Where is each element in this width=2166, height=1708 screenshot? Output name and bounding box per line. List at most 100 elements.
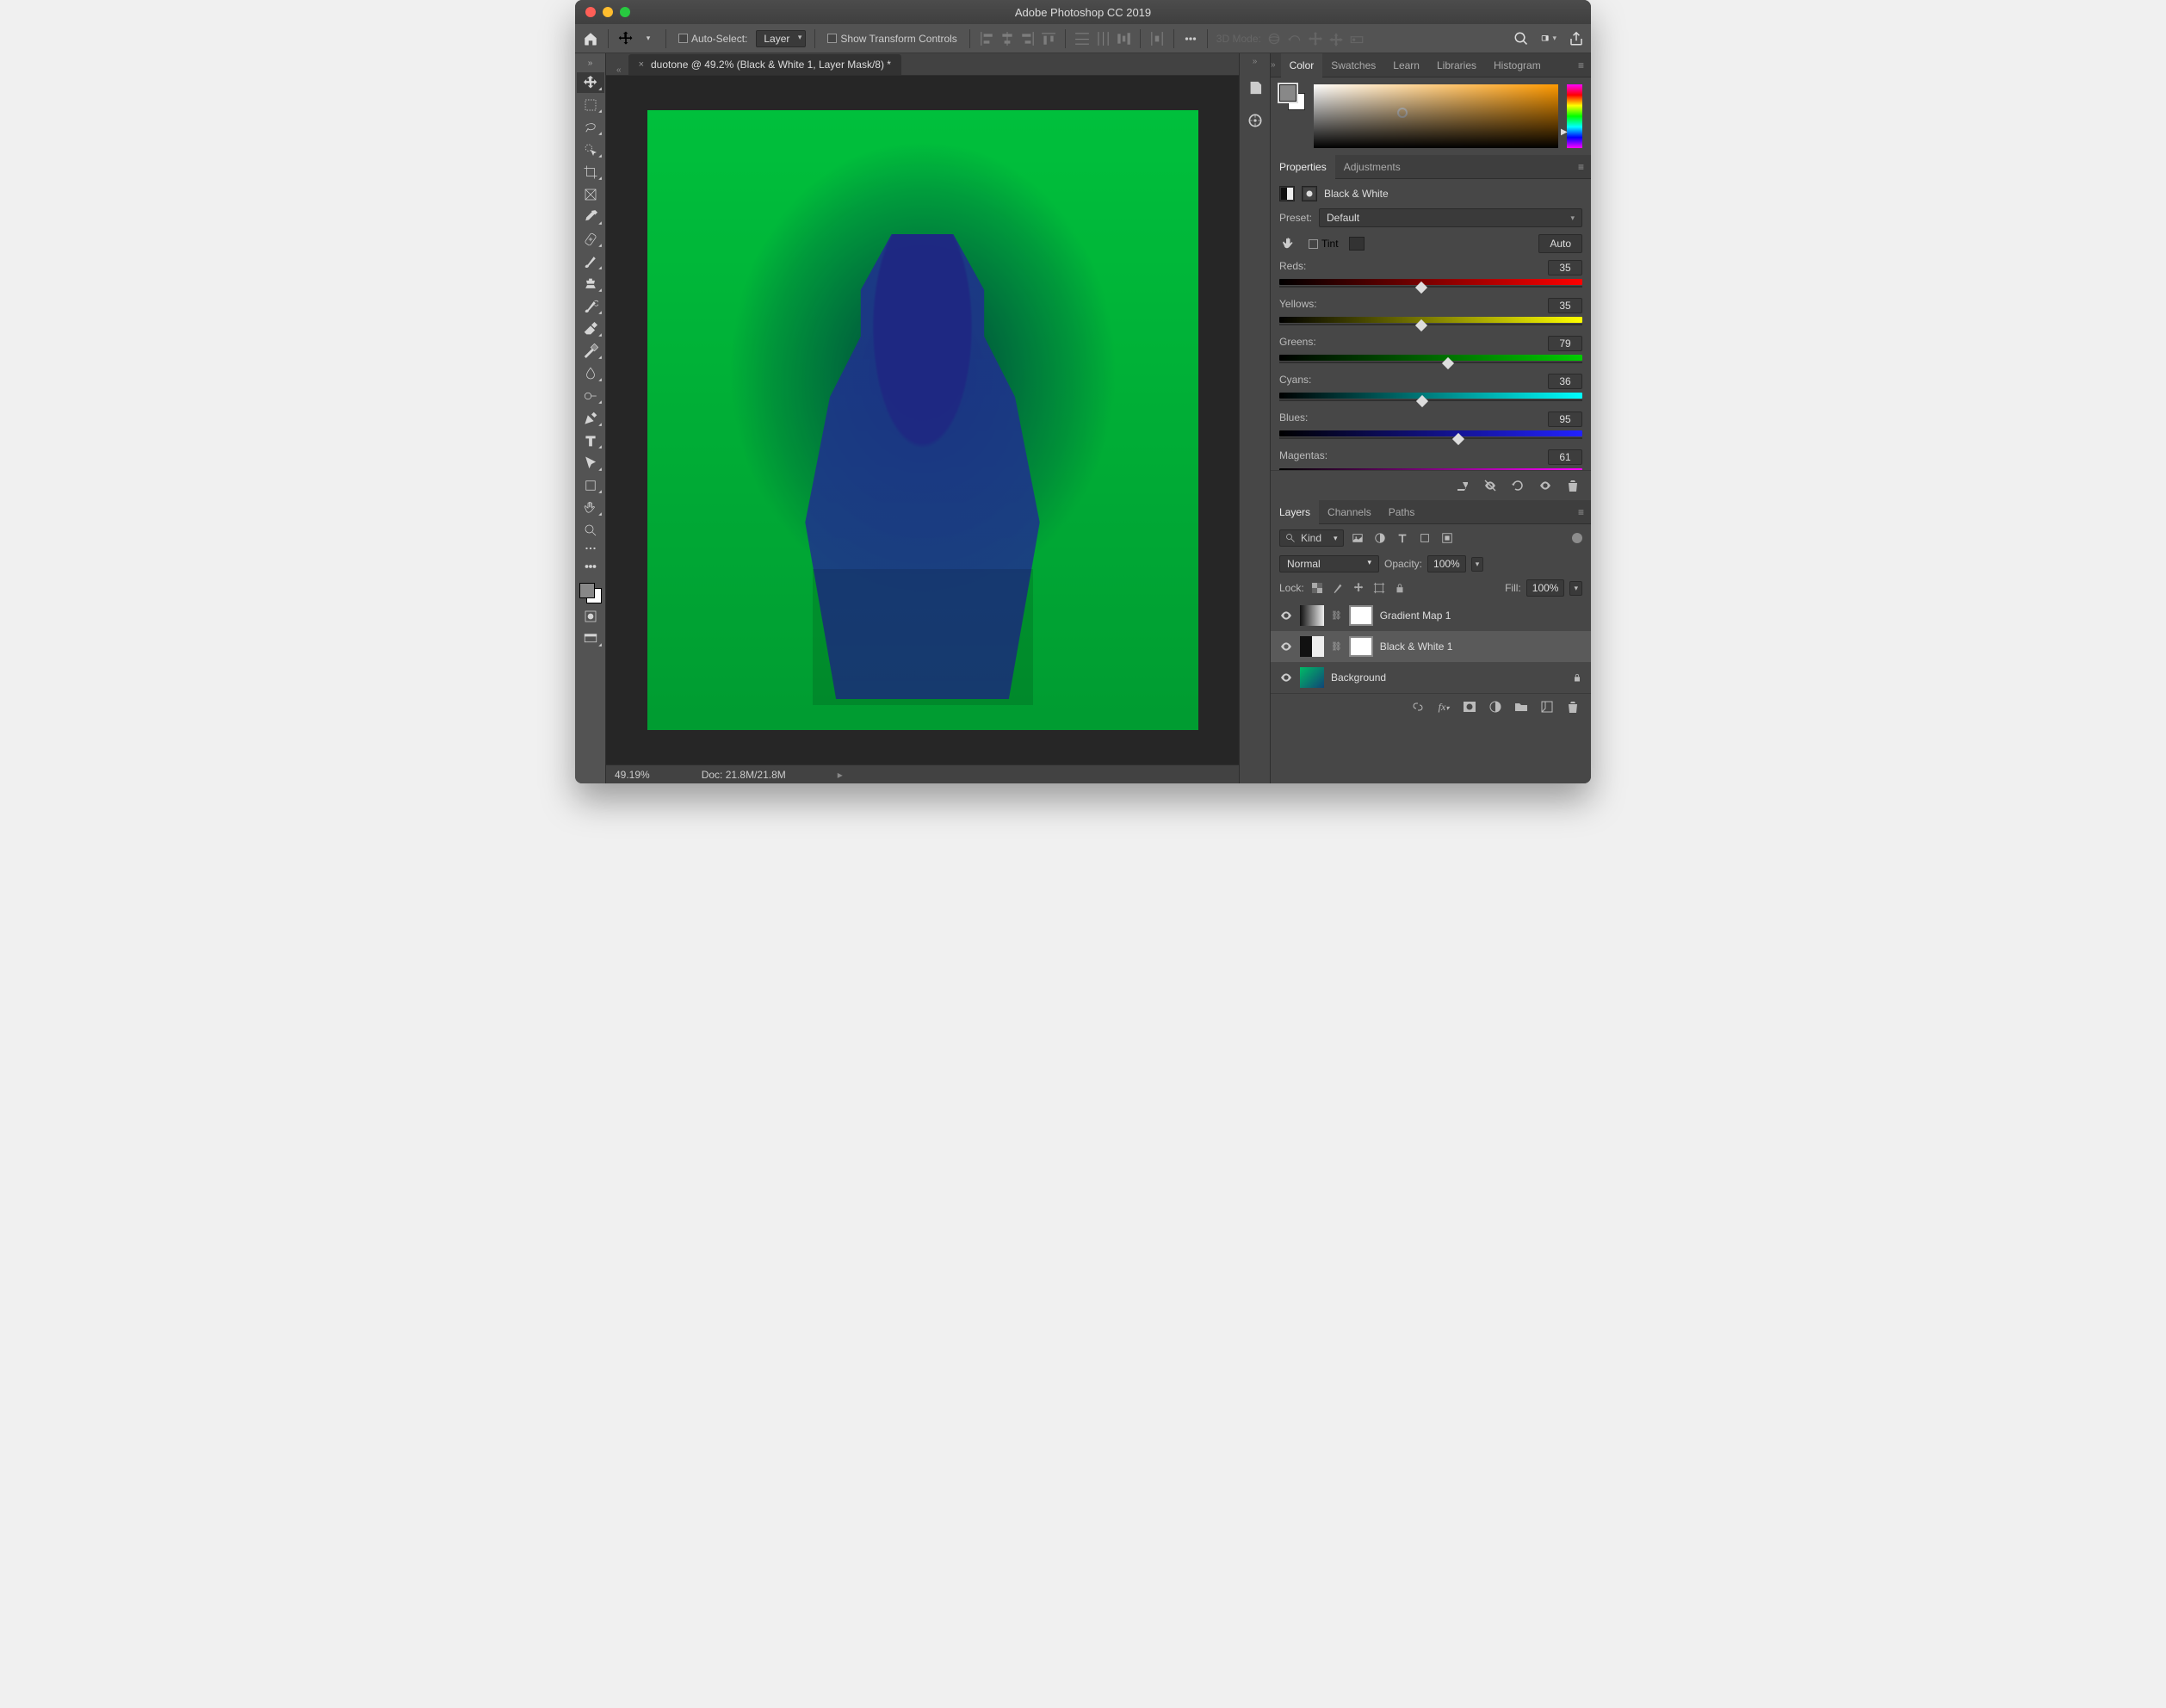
share-icon[interactable] bbox=[1569, 31, 1584, 46]
expand-toolbox-icon[interactable]: » bbox=[588, 57, 593, 71]
link-layers-icon[interactable] bbox=[1410, 699, 1426, 715]
auto-select-target[interactable]: Layer bbox=[756, 30, 806, 47]
targeted-adjust-icon[interactable] bbox=[1279, 234, 1298, 253]
move-tool-icon[interactable] bbox=[617, 30, 634, 47]
marquee-tool[interactable] bbox=[577, 95, 604, 115]
show-transform-checkbox[interactable]: Show Transform Controls bbox=[824, 33, 960, 45]
distribute-spacing-icon[interactable] bbox=[1149, 31, 1165, 46]
blur-tool[interactable] bbox=[577, 363, 604, 384]
eraser-tool[interactable] bbox=[577, 319, 604, 339]
collapse-color-icon[interactable]: » bbox=[1271, 60, 1281, 70]
screen-mode-icon[interactable] bbox=[577, 628, 604, 649]
status-chevron-icon[interactable]: ▸ bbox=[838, 769, 843, 781]
tool-preset-chevron-icon[interactable]: ▾ bbox=[640, 30, 657, 47]
color-cursor-icon[interactable] bbox=[1397, 108, 1408, 118]
opacity-value[interactable]: 100% bbox=[1427, 555, 1466, 572]
filter-toggle[interactable] bbox=[1572, 533, 1582, 543]
tab-libraries[interactable]: Libraries bbox=[1428, 53, 1485, 77]
quick-mask-icon[interactable] bbox=[577, 606, 604, 627]
align-left-edges-icon[interactable] bbox=[979, 31, 994, 46]
layer-filter-type[interactable]: Kind▾ bbox=[1279, 529, 1344, 547]
zoom-tool[interactable] bbox=[577, 520, 604, 541]
document-tab[interactable]: × duotone @ 49.2% (Black & White 1, Laye… bbox=[628, 54, 901, 75]
channel-value[interactable]: 35 bbox=[1548, 260, 1582, 275]
frame-tool[interactable] bbox=[577, 184, 604, 205]
add-mask-icon[interactable] bbox=[1462, 699, 1477, 715]
layer-row[interactable]: ⛓Gradient Map 1 bbox=[1271, 600, 1591, 631]
brush-tool[interactable] bbox=[577, 251, 604, 272]
tab-learn[interactable]: Learn bbox=[1384, 53, 1428, 77]
canvas[interactable] bbox=[606, 76, 1239, 764]
clone-stamp-tool[interactable] bbox=[577, 274, 604, 294]
filter-adjust-icon[interactable] bbox=[1371, 529, 1389, 547]
layers-panel-menu-icon[interactable]: ≡ bbox=[1571, 506, 1591, 518]
color-panel-menu-icon[interactable]: ≡ bbox=[1571, 59, 1591, 71]
hue-slider[interactable]: ▶ bbox=[1567, 84, 1582, 148]
channel-slider[interactable] bbox=[1279, 393, 1582, 401]
lock-artboard-icon[interactable] bbox=[1371, 580, 1387, 596]
delete-layer-icon[interactable] bbox=[1565, 699, 1581, 715]
crop-tool[interactable] bbox=[577, 162, 604, 183]
tab-channels[interactable]: Channels bbox=[1319, 500, 1380, 524]
distribute-top-icon[interactable] bbox=[1074, 31, 1090, 46]
preset-select[interactable]: Default▾ bbox=[1319, 208, 1582, 227]
tint-swatch[interactable] bbox=[1349, 237, 1365, 251]
channel-value[interactable]: 61 bbox=[1548, 449, 1582, 465]
filter-pixel-icon[interactable] bbox=[1349, 529, 1366, 547]
path-select-tool[interactable] bbox=[577, 453, 604, 473]
channel-slider[interactable] bbox=[1279, 430, 1582, 439]
filter-smart-icon[interactable] bbox=[1439, 529, 1456, 547]
channel-slider[interactable] bbox=[1279, 468, 1582, 470]
edit-toolbar[interactable] bbox=[577, 556, 604, 577]
auto-select-checkbox[interactable]: Auto-Select: bbox=[675, 33, 751, 45]
new-layer-icon[interactable] bbox=[1539, 699, 1555, 715]
layer-mask-thumb[interactable] bbox=[1349, 605, 1373, 626]
lock-pixels-icon[interactable] bbox=[1330, 580, 1346, 596]
auto-button[interactable]: Auto bbox=[1538, 234, 1582, 253]
channel-slider[interactable] bbox=[1279, 317, 1582, 325]
lock-transparency-icon[interactable] bbox=[1309, 580, 1325, 596]
healing-tool[interactable] bbox=[577, 229, 604, 250]
reset-icon[interactable] bbox=[1510, 478, 1525, 493]
layer-row[interactable]: ⛓Black & White 1 bbox=[1271, 631, 1591, 662]
history-brush-tool[interactable] bbox=[577, 296, 604, 317]
layer-name[interactable]: Background bbox=[1331, 671, 1386, 684]
lasso-tool[interactable] bbox=[577, 117, 604, 138]
color-field[interactable] bbox=[1314, 84, 1558, 148]
align-right-edges-icon[interactable] bbox=[1020, 31, 1036, 46]
layer-mask-thumb[interactable] bbox=[1349, 636, 1373, 657]
delete-adjustment-icon[interactable] bbox=[1565, 478, 1581, 493]
color-fgbg-swatches[interactable] bbox=[1279, 84, 1305, 110]
channel-value[interactable]: 36 bbox=[1548, 374, 1582, 389]
shape-tool[interactable] bbox=[577, 475, 604, 496]
tab-properties[interactable]: Properties bbox=[1271, 155, 1335, 179]
doc-size-readout[interactable]: Doc: 21.8M/21.8M bbox=[702, 769, 786, 781]
tab-swatches[interactable]: Swatches bbox=[1322, 53, 1384, 77]
blend-mode-select[interactable]: Normal▾ bbox=[1279, 555, 1379, 572]
channel-value[interactable]: 35 bbox=[1548, 298, 1582, 313]
distribute-bottom-icon[interactable] bbox=[1116, 31, 1131, 46]
channel-value[interactable]: 95 bbox=[1548, 412, 1582, 427]
opacity-chevron-icon[interactable]: ▾ bbox=[1471, 557, 1484, 572]
tab-color[interactable]: Color bbox=[1281, 53, 1323, 77]
channel-value[interactable]: 79 bbox=[1548, 336, 1582, 351]
gradient-tool[interactable] bbox=[577, 341, 604, 362]
move-tool[interactable] bbox=[577, 72, 604, 93]
layer-name[interactable]: Gradient Map 1 bbox=[1380, 610, 1451, 622]
tint-checkbox[interactable]: Tint bbox=[1305, 238, 1342, 250]
search-icon[interactable] bbox=[1513, 31, 1529, 46]
visibility-toggle-icon[interactable] bbox=[1279, 609, 1293, 622]
expand-collapsed-dock-icon[interactable]: » bbox=[1253, 57, 1258, 71]
distribute-vcenter-icon[interactable] bbox=[1095, 31, 1111, 46]
layer-row[interactable]: Background bbox=[1271, 662, 1591, 693]
pen-tool[interactable] bbox=[577, 408, 604, 429]
tab-adjustments[interactable]: Adjustments bbox=[1335, 155, 1409, 179]
close-tab-icon[interactable]: × bbox=[639, 59, 644, 70]
align-top-edges-icon[interactable] bbox=[1041, 31, 1056, 46]
dodge-tool[interactable] bbox=[577, 386, 604, 406]
eyedropper-tool[interactable] bbox=[577, 207, 604, 227]
tab-paths[interactable]: Paths bbox=[1380, 500, 1424, 524]
filter-shape-icon[interactable] bbox=[1416, 529, 1433, 547]
navigator-panel-icon[interactable] bbox=[1241, 107, 1269, 134]
home-icon[interactable] bbox=[582, 30, 599, 47]
